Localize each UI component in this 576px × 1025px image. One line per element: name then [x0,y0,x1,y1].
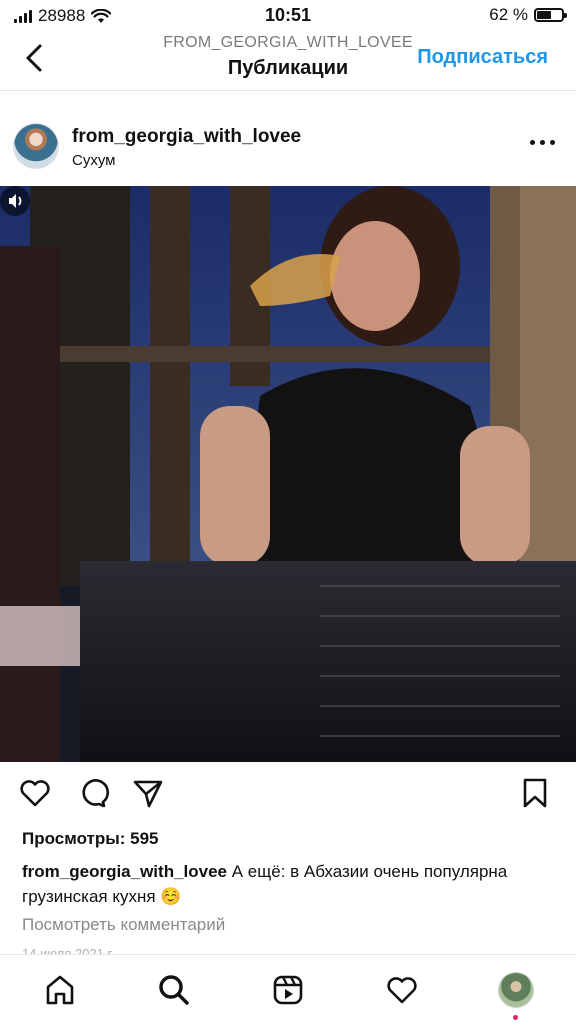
account-name: FROM_GEORGIA_WITH_LOVEE [163,34,413,51]
battery-info: 62 % [489,5,567,25]
nav-header: FROM_GEORGIA_WITH_LOVEE Публикации Подпи… [0,30,576,91]
post-actions [0,776,576,816]
more-horizontal-icon[interactable] [530,140,556,148]
notification-dot [513,1015,518,1020]
post-location[interactable]: Сухум [72,152,115,169]
view-count: Просмотры: 595 [22,829,159,848]
page-title: Публикации [227,57,349,79]
avatar[interactable] [499,973,533,1007]
view-comments-link[interactable]: Посмотреть комментарий [22,915,225,935]
bottom-tab-bar [0,954,576,1025]
search-icon[interactable] [157,973,191,1007]
post-header: from_georgia_with_lovee Сухум [0,118,576,178]
speaker-icon[interactable] [0,186,30,216]
subscribe-button[interactable]: Подписаться [417,46,548,69]
heart-icon[interactable] [18,776,52,810]
battery-percent: 62 % [489,5,528,24]
comment-icon[interactable] [75,776,109,810]
video-frame [0,186,576,762]
post-caption: from_georgia_with_lovee А ещё: в Абхазии… [22,859,546,909]
post-video[interactable] [0,186,576,762]
reels-icon[interactable] [271,973,305,1007]
home-icon[interactable] [43,973,77,1007]
battery-icon [534,8,567,22]
heart-icon[interactable] [385,973,419,1007]
caption-username[interactable]: from_georgia_with_lovee [22,862,227,881]
chevron-left-icon[interactable] [18,40,54,76]
send-icon[interactable] [131,776,165,810]
nav-titles: FROM_GEORGIA_WITH_LOVEE Публикации [120,34,456,80]
avatar[interactable] [14,124,58,168]
bookmark-icon[interactable] [518,776,552,810]
status-bar: 28988 10:51 62 % [0,0,576,30]
post-username[interactable]: from_georgia_with_lovee [72,126,301,148]
